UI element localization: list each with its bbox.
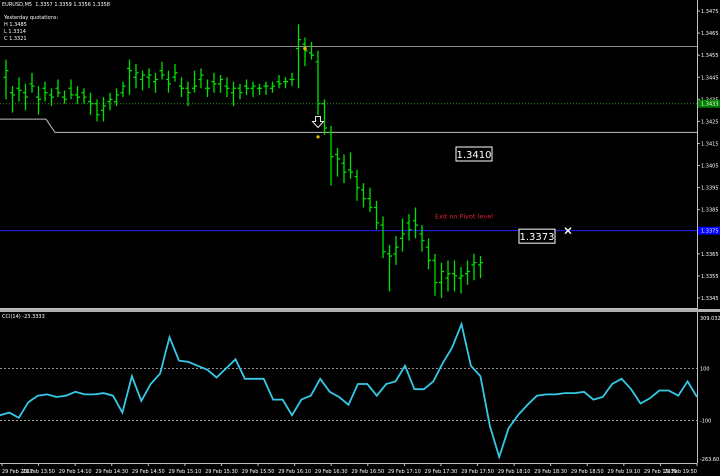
cci-indicator-pane[interactable]: 309.0320100-100-263.6029 Feb 201229 Feb …	[0, 312, 720, 476]
price-axis-label: 1.3465	[701, 31, 719, 37]
time-axis-label: 29 Feb 15:30	[205, 469, 238, 475]
time-axis-label: 29 Feb 18:30	[534, 469, 567, 475]
yesterday-high: H 1.3485	[4, 22, 27, 28]
time-axis-label: 29 Feb 19:10	[607, 469, 640, 475]
time-axis-label: 29 Feb 19:50	[664, 469, 697, 475]
time-axis-label: 29 Feb 17:50	[461, 469, 494, 475]
time-axis-label: 29 Feb 14:10	[59, 469, 92, 475]
time-axis-label: 29 Feb 16:10	[278, 469, 311, 475]
pivot-line	[0, 118, 697, 133]
price-chart-pane[interactable]: 1.3410 1.3373 Exit on Pivot level 1.3475 1.3…	[0, 0, 720, 309]
cci-line	[0, 321, 698, 460]
chart-window[interactable]: 1.3410 1.3373 Exit on Pivot level 1.3475 1.3…	[0, 0, 720, 476]
price-chart-svg[interactable]: 1.3410 1.3373 Exit on Pivot level 1.3475 1.3…	[0, 0, 720, 309]
green-level-axis-label: 1.3433	[701, 102, 719, 108]
cci-axis-label: 309.0320	[700, 316, 720, 322]
down-arrow-icon	[311, 116, 325, 129]
peak-marker-dot	[303, 46, 307, 51]
price-axis-label: 1.3455	[701, 53, 719, 59]
price-axis-label: 1.3355	[701, 274, 719, 280]
time-axis-label: 29 Feb 16:30	[315, 469, 348, 475]
yesterday-low: L 1.3314	[4, 29, 26, 35]
cci-axis-label: -100	[700, 418, 711, 424]
price-axis-label: 1.3415	[701, 141, 719, 147]
price-axis-label: 1.3445	[701, 75, 719, 81]
current-price-label: 1.3375	[701, 229, 719, 235]
price-axis-label: 1.3425	[701, 119, 719, 125]
price-axis-label: 1.3395	[701, 186, 719, 192]
cci-header: CCI(14) -23.3333	[2, 314, 45, 320]
yesterday-title: Yesterday quotations:	[4, 15, 59, 21]
time-axis-label: 29 Feb 17:30	[425, 469, 458, 475]
entry-dot	[316, 135, 320, 139]
time-axis-label: 29 Feb 14:30	[95, 469, 128, 475]
time-axis-label: 29 Feb 17:10	[388, 469, 421, 475]
cci-axis-label: -263.60	[700, 457, 719, 463]
price-axis-label: 1.3475	[701, 9, 719, 15]
entry-price-label: 1.3410	[457, 150, 492, 161]
price-axis-label: 1.3385	[701, 208, 719, 214]
cci-axis-label: 100	[700, 366, 710, 372]
price-axis-label: 1.3405	[701, 164, 719, 170]
price-axis-label: 1.3345	[701, 296, 719, 302]
time-axis-label: 29 Feb 14:50	[132, 469, 165, 475]
time-axis-label: 29 Feb 18:50	[571, 469, 604, 475]
symbol-header: EURUSD,M5 1.3357 1.3359 1.3356 1.3358	[2, 2, 110, 8]
exit-pivot-text: Exit on Pivot level	[435, 213, 493, 221]
price-axis-label: 1.3365	[701, 252, 719, 258]
cci-chart-svg[interactable]: 309.0320100-100-263.6029 Feb 201229 Feb …	[0, 312, 720, 476]
time-axis-label: 29 Feb 13:50	[22, 469, 55, 475]
time-axis-label: 29 Feb 18:10	[498, 469, 531, 475]
yesterday-close: C 1.3321	[4, 36, 27, 42]
exit-price-label: 1.3373	[520, 232, 555, 243]
time-axis-label: 29 Feb 15:10	[168, 469, 201, 475]
time-axis-label: 29 Feb 16:50	[351, 469, 384, 475]
time-axis-label: 29 Feb 15:50	[242, 469, 275, 475]
